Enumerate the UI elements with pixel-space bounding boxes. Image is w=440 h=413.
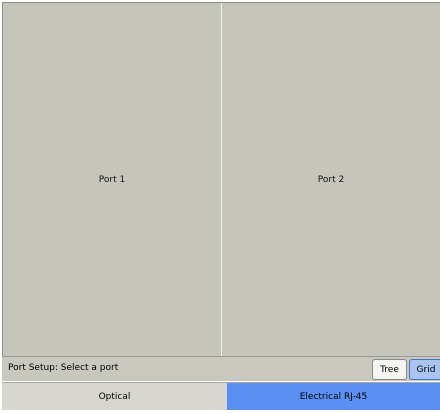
tree-view-button[interactable]: Tree xyxy=(372,359,407,380)
tab-electrical-rj45[interactable]: Electrical RJ-45 xyxy=(227,383,440,410)
port-cell-1[interactable]: Port 1 xyxy=(3,3,221,356)
grid-view-label: Grid xyxy=(416,364,436,375)
tab-label: Optical xyxy=(98,391,131,402)
port-cell-2[interactable]: Port 2 xyxy=(221,3,440,356)
port-setup-window: Port 1 Port 2 Port Setup: Select a port … xyxy=(0,0,440,413)
status-text: Port Setup: Select a port xyxy=(8,363,119,373)
port-grid: Port 1 Port 2 xyxy=(2,2,440,356)
grid-view-button[interactable]: Grid xyxy=(409,359,440,380)
status-bar: Port Setup: Select a port Tree Grid xyxy=(2,356,440,381)
tree-view-label: Tree xyxy=(380,364,399,375)
tab-label: Electrical RJ-45 xyxy=(299,391,368,402)
port-label: Port 2 xyxy=(317,174,345,185)
port-label: Port 1 xyxy=(98,174,126,185)
port-type-tabs: Optical Electrical RJ-45 xyxy=(2,382,440,410)
tab-optical[interactable]: Optical xyxy=(2,383,227,410)
